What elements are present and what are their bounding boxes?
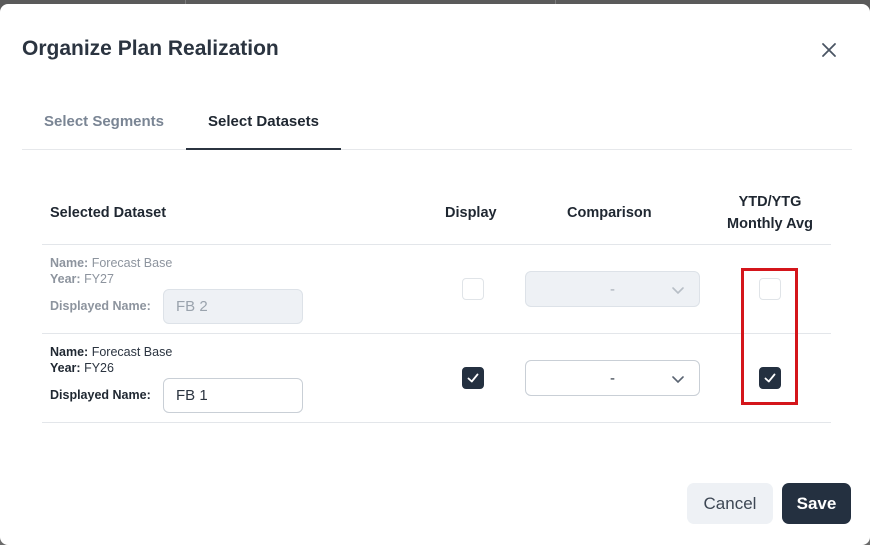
name-label: Name: xyxy=(50,345,89,359)
display-checkbox-fy27[interactable] xyxy=(462,278,484,300)
tab-bar: Select Segments Select Datasets xyxy=(22,99,852,150)
header-monthly-avg: Monthly Avg xyxy=(727,216,813,232)
divider xyxy=(42,333,831,334)
year-value: FY27 xyxy=(84,272,114,286)
organize-plan-dialog: Organize Plan Realization Select Segment… xyxy=(0,4,870,545)
name-label: Name: xyxy=(50,256,89,270)
close-button[interactable] xyxy=(816,37,842,63)
row2-year: Year: FY26 xyxy=(50,360,114,376)
dialog-title: Organize Plan Realization xyxy=(22,37,279,60)
save-button[interactable]: Save xyxy=(782,483,851,524)
comparison-value: - xyxy=(610,369,615,387)
row1-name: Name: Forecast Base xyxy=(50,255,172,271)
row2-name: Name: Forecast Base xyxy=(50,344,172,360)
check-icon xyxy=(467,373,479,383)
header-ytd-ytg: YTD/YTG xyxy=(738,194,802,210)
divider xyxy=(42,422,831,423)
comparison-select-fy26[interactable]: - xyxy=(525,360,700,396)
tab-select-segments[interactable]: Select Segments xyxy=(22,99,186,150)
divider xyxy=(42,244,831,245)
header-display: Display xyxy=(445,205,497,221)
comparison-select-fy27[interactable]: - xyxy=(525,271,700,307)
displayed-name-label: Displayed Name: xyxy=(50,388,151,402)
year-label: Year: xyxy=(50,361,81,375)
annotation-highlight-box xyxy=(741,268,798,405)
year-label: Year: xyxy=(50,272,81,286)
displayed-name-input-fy26[interactable]: FB 1 xyxy=(163,378,303,413)
name-value: Forecast Base xyxy=(91,256,173,270)
tab-select-datasets[interactable]: Select Datasets xyxy=(186,99,341,150)
year-value: FY26 xyxy=(84,361,114,375)
displayed-name-label: Displayed Name: xyxy=(50,299,151,313)
displayed-name-input-fy27[interactable]: FB 2 xyxy=(163,289,303,324)
display-checkbox-fy26[interactable] xyxy=(462,367,484,389)
header-selected-dataset: Selected Dataset xyxy=(50,205,167,221)
comparison-value: - xyxy=(610,280,615,298)
row1-year: Year: FY27 xyxy=(50,271,114,287)
header-comparison: Comparison xyxy=(567,205,652,221)
chevron-down-icon xyxy=(672,376,684,384)
name-value: Forecast Base xyxy=(91,345,173,359)
chevron-down-icon xyxy=(672,287,684,295)
cancel-button[interactable]: Cancel xyxy=(687,483,773,524)
close-icon xyxy=(822,43,836,57)
